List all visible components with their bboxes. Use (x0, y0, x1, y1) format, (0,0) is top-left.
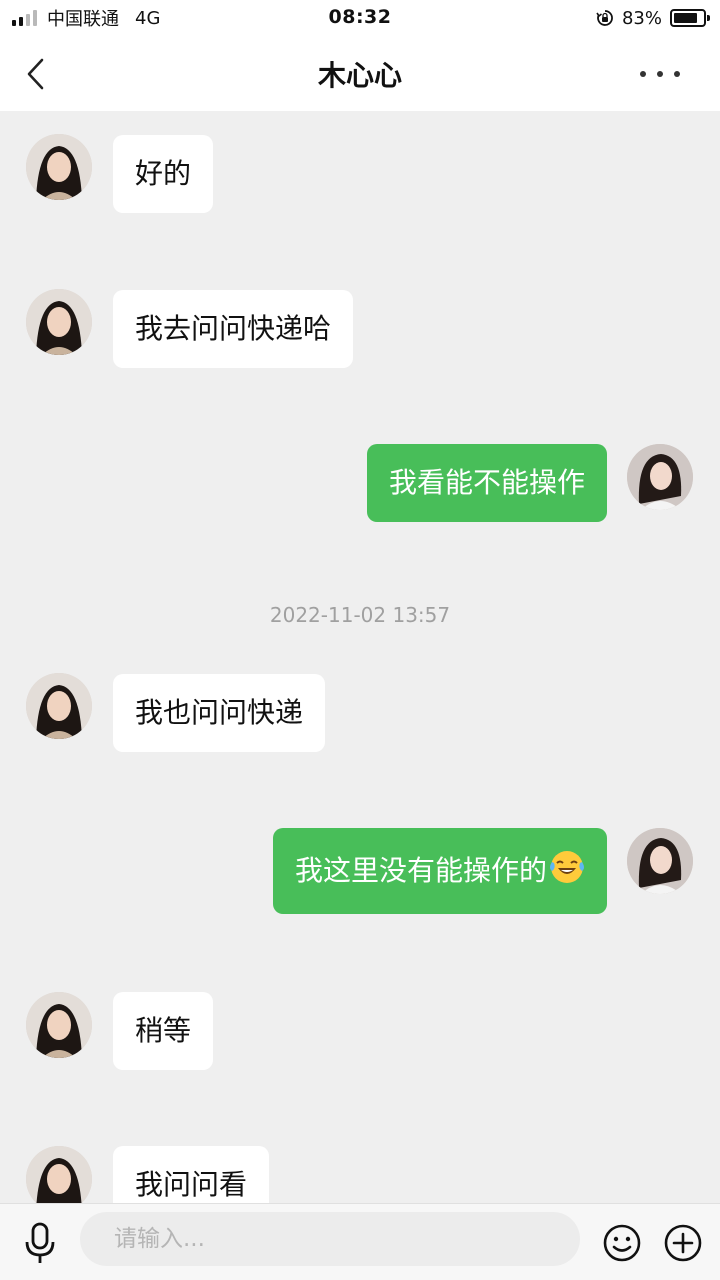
my-avatar[interactable] (627, 828, 693, 894)
contact-avatar[interactable] (26, 134, 92, 200)
incoming-message-bubble[interactable]: 稍等 (113, 992, 214, 1070)
incoming-message-bubble[interactable]: 我问问看 (113, 1146, 270, 1203)
plus-icon[interactable] (663, 1223, 703, 1263)
emoji-icon[interactable] (602, 1223, 642, 1263)
battery-icon (670, 9, 710, 27)
incoming-message-bubble[interactable]: 我也问问快递 (113, 674, 326, 752)
microphone-icon[interactable] (22, 1222, 58, 1266)
chat-message-list[interactable]: 好的 我去问问快递哈 我看能不能操作 2022-11-02 13:57 我也问问… (0, 111, 720, 1203)
outgoing-message-bubble[interactable]: 我这里没有能操作的 (272, 828, 607, 914)
message-input[interactable] (80, 1212, 580, 1266)
message-timestamp: 2022-11-02 13:57 (269, 603, 451, 627)
message-text: 我这里没有能操作的 (294, 854, 547, 887)
rotation-lock-icon (596, 10, 613, 26)
outgoing-message-bubble[interactable]: 我看能不能操作 (366, 444, 607, 522)
laughing-crying-emoji-icon (550, 851, 584, 883)
more-dots-icon[interactable] (640, 64, 680, 84)
navigation-bar: 木心心 (0, 36, 720, 111)
status-bar: 中国联通 4G 08:32 83% (0, 0, 720, 36)
contact-avatar[interactable] (26, 1146, 92, 1203)
incoming-message-bubble[interactable]: 好的 (113, 135, 214, 213)
my-avatar[interactable] (627, 444, 693, 510)
contact-avatar[interactable] (26, 289, 92, 355)
contact-avatar[interactable] (26, 992, 92, 1058)
status-right: 83% (596, 6, 710, 30)
battery-percentage: 83% (621, 7, 662, 29)
chat-title: 木心心 (317, 59, 402, 92)
incoming-message-bubble[interactable]: 我去问问快递哈 (113, 290, 354, 368)
contact-avatar[interactable] (26, 673, 92, 739)
message-input-bar (0, 1203, 720, 1280)
